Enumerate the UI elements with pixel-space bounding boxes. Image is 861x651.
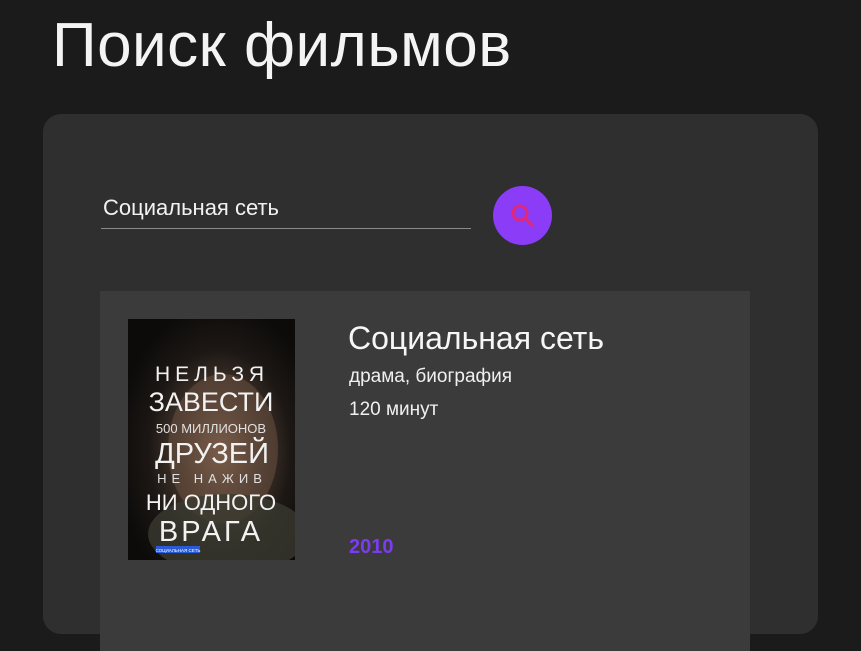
movie-card[interactable]: НЕЛЬЗЯ ЗАВЕСТИ 500 МИЛЛИОНОВ ДРУЗЕЙ НЕ Н… [100,291,750,651]
poster-line-5: НЕ НАЖИВ [157,471,267,486]
search-input[interactable] [101,187,471,229]
search-panel: НЕЛЬЗЯ ЗАВЕСТИ 500 МИЛЛИОНОВ ДРУЗЕЙ НЕ Н… [43,114,818,651]
poster-line-1: НЕЛЬЗЯ [155,363,269,386]
poster-line-3: 500 МИЛЛИОНОВ [156,421,266,436]
poster-line-6: НИ ОДНОГО [146,490,276,515]
search-icon [511,204,534,227]
movie-poster: НЕЛЬЗЯ ЗАВЕСТИ 500 МИЛЛИОНОВ ДРУЗЕЙ НЕ Н… [128,319,295,560]
movie-year: 2010 [349,536,394,558]
poster-line-4: ДРУЗЕЙ [155,436,269,470]
page-title: Поиск фильмов [52,11,512,80]
movie-genres: драма, биография [349,366,513,387]
movie-title: Социальная сеть [348,320,604,356]
poster-line-7: ВРАГА [159,516,263,548]
poster-badge: СОЦИАЛЬНАЯ СЕТЬ [156,548,201,553]
poster-line-2: ЗАВЕСТИ [149,387,274,417]
movie-duration: 120 минут [349,399,439,420]
search-button[interactable] [493,186,552,245]
